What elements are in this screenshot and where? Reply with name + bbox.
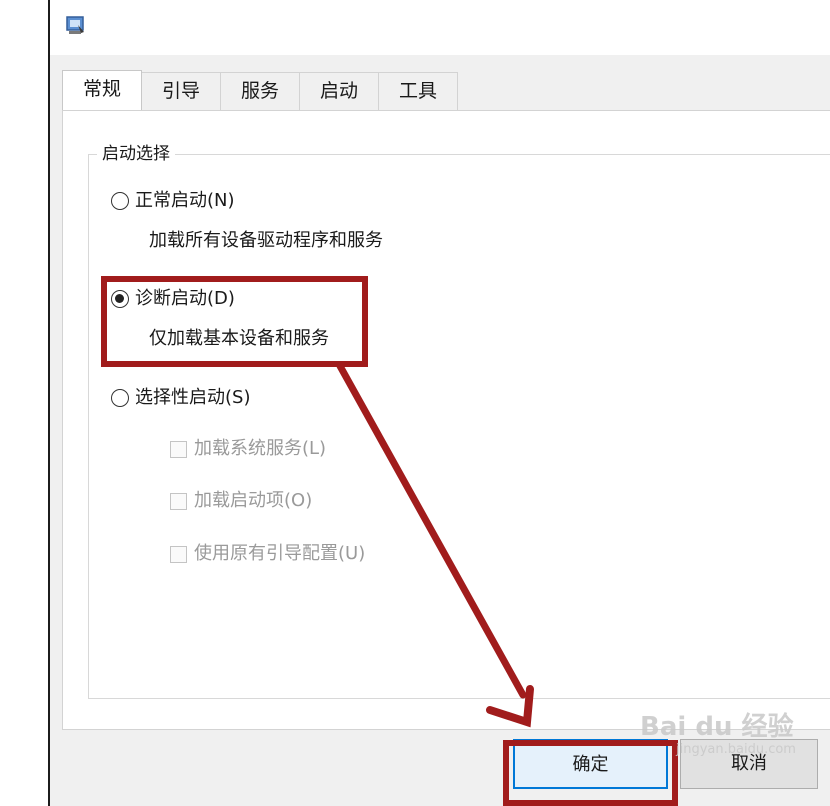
selective-startup-label: 选择性启动(S) xyxy=(135,387,251,408)
checkbox-icon[interactable] xyxy=(170,440,187,458)
startup-selection-legend: 启动选择 xyxy=(97,143,175,165)
diagnostic-startup-label: 诊断启动(D) xyxy=(135,288,235,309)
load-startup-items-label: 加载启动项(O) xyxy=(194,490,313,511)
diagnostic-startup-radio[interactable]: 诊断启动(D) xyxy=(111,287,235,311)
tab-general[interactable]: 常规 xyxy=(62,70,142,110)
use-original-boot-config-checkbox[interactable]: 使用原有引导配置(U) xyxy=(170,542,365,566)
title-bar[interactable] xyxy=(50,0,830,55)
load-system-services-label: 加载系统服务(L) xyxy=(194,438,327,459)
use-original-boot-config-label: 使用原有引导配置(U) xyxy=(194,543,366,564)
tab-boot[interactable]: 引导 xyxy=(141,72,221,110)
diagnostic-startup-description: 仅加载基本设备和服务 xyxy=(149,328,329,349)
load-startup-items-checkbox[interactable]: 加载启动项(O) xyxy=(170,489,312,513)
load-system-services-checkbox[interactable]: 加载系统服务(L) xyxy=(170,437,326,461)
checkbox-icon[interactable] xyxy=(170,545,187,563)
selective-startup-radio[interactable]: 选择性启动(S) xyxy=(111,386,250,410)
tab-services[interactable]: 服务 xyxy=(220,72,300,110)
radio-button-icon[interactable] xyxy=(111,389,129,407)
normal-startup-description: 加载所有设备驱动程序和服务 xyxy=(149,230,383,251)
checkbox-icon[interactable] xyxy=(170,492,187,510)
normal-startup-label: 正常启动(N) xyxy=(135,190,235,211)
ok-button[interactable]: 确定 xyxy=(513,739,668,789)
radio-button-checked-icon[interactable] xyxy=(111,290,129,308)
tab-tools[interactable]: 工具 xyxy=(378,72,458,110)
cancel-button[interactable]: 取消 xyxy=(680,739,818,789)
tab-startup[interactable]: 启动 xyxy=(299,72,379,110)
radio-button-icon[interactable] xyxy=(111,192,129,210)
normal-startup-radio[interactable]: 正常启动(N) xyxy=(111,189,235,213)
system-config-icon xyxy=(66,16,84,34)
